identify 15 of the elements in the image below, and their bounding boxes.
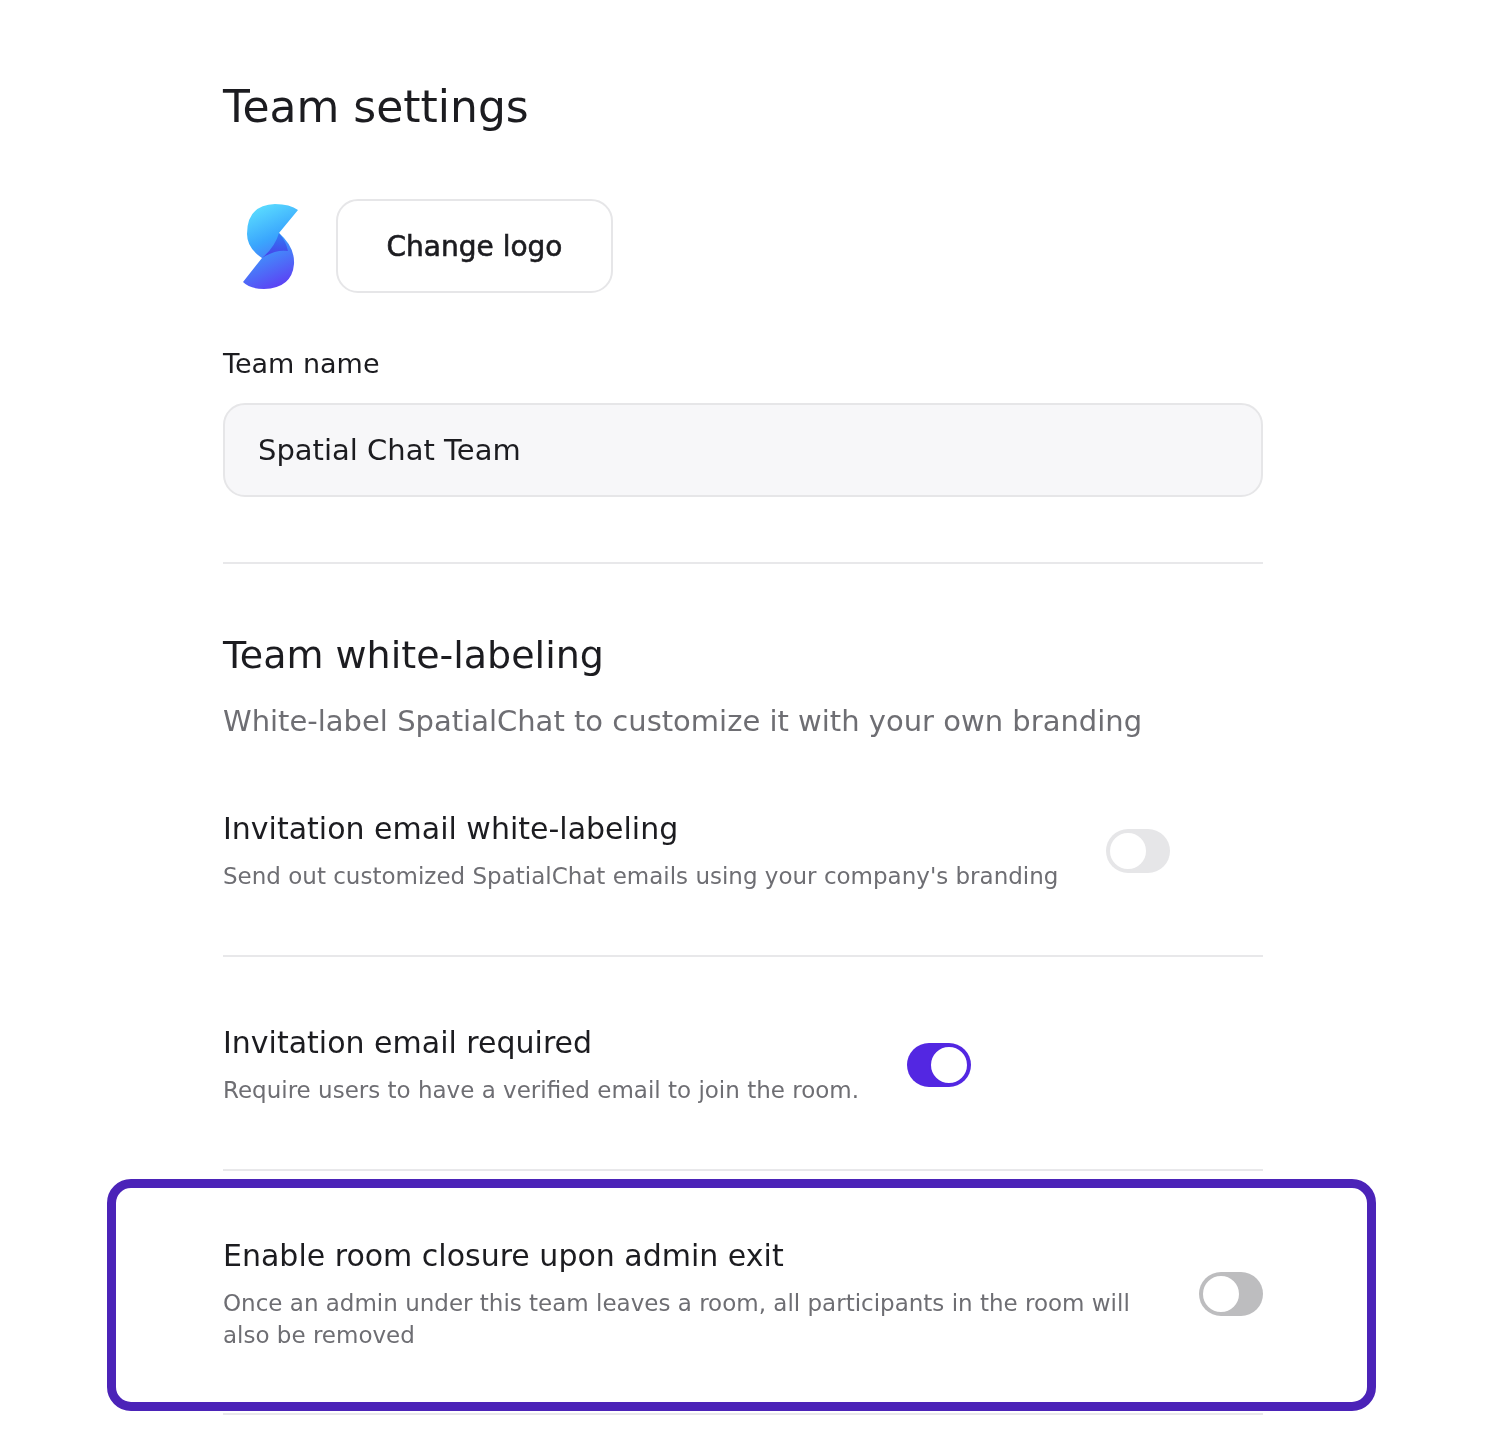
page-title: Team settings: [223, 80, 530, 134]
setting-description: Once an admin under this team leaves a room, all participants in the room will also be removed: [223, 1289, 1131, 1350]
section-subtitle: White-label SpatialChat to customize it with your own branding: [223, 703, 1144, 740]
setting-title: Invitation email required: [223, 1024, 594, 1062]
setting-title: Invitation email white-labeling: [223, 810, 680, 848]
setting-description: Require users to have a verified email to join the room.: [223, 1076, 859, 1105]
team-name-label: Team name: [223, 347, 381, 381]
setting-description: Send out customized SpatialChat emails using your company's branding: [223, 862, 1059, 891]
team-name-field[interactable]: Spatial Chat Team: [223, 403, 1263, 497]
setting-title: Enable room closure upon admin exit: [223, 1237, 785, 1275]
section-title: Team white-labeling: [223, 632, 605, 679]
logo-icon: [242, 203, 298, 289]
toggle-switch[interactable]: [907, 1043, 971, 1087]
change-logo-button[interactable]: Change logo: [336, 199, 613, 293]
toggle-switch[interactable]: [1199, 1272, 1263, 1316]
